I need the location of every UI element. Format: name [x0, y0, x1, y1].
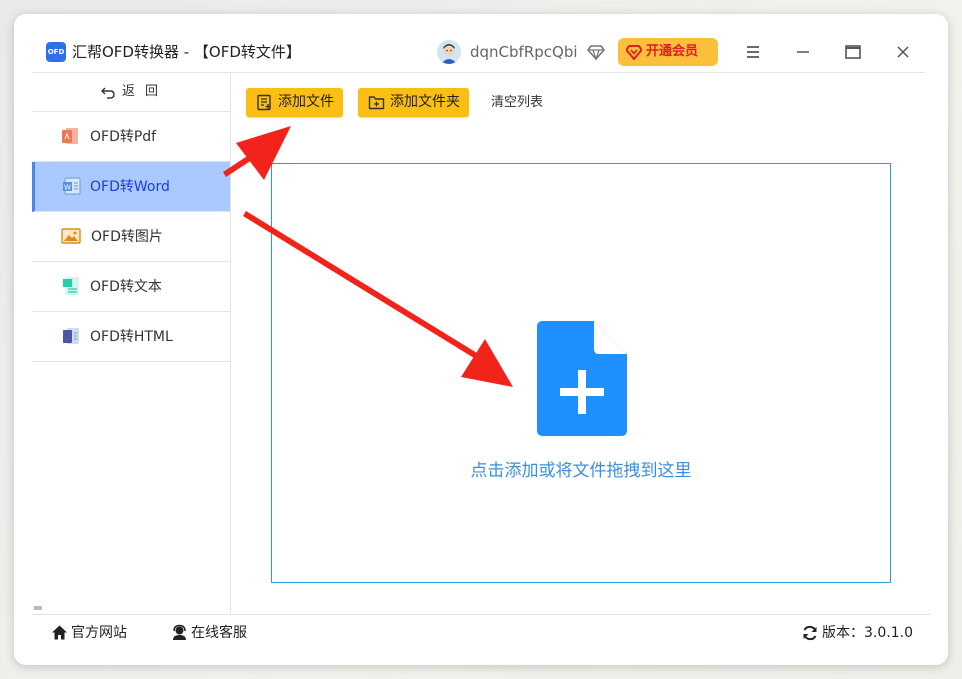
sidebar-item-label: OFD转图片 [91, 229, 163, 245]
user-avatar[interactable] [437, 40, 461, 64]
back-button[interactable]: 返回 [32, 73, 230, 112]
file-drop-zone[interactable]: 点击添加或将文件拖拽到这里 [271, 163, 891, 583]
home-icon [51, 624, 68, 641]
refresh-icon[interactable] [802, 625, 818, 641]
add-file-large-icon [537, 321, 627, 436]
back-arrow-icon [100, 84, 116, 100]
add-folder-label: 添加文件夹 [390, 94, 460, 110]
menu-icon[interactable] [742, 41, 764, 63]
window-title: 汇帮OFD转换器 - 【OFD转文件】 [72, 43, 301, 61]
image-icon [61, 226, 81, 246]
svg-text:W: W [64, 184, 71, 192]
maximize-icon[interactable] [842, 41, 864, 63]
website-label: 官方网站 [71, 625, 127, 641]
add-file-label: 添加文件 [278, 94, 334, 110]
vip-label: 开通会员 [646, 44, 699, 59]
sidebar-item-ofd-to-text[interactable]: OFD转文本 [32, 262, 230, 312]
html-icon [61, 326, 81, 346]
sidebar: 返回 OFD转Pdf W OFD转Word OFD转图片 OFD转文本 OFD转… [32, 73, 231, 613]
scrollbar-handle[interactable] [34, 606, 42, 610]
online-service-link[interactable]: 在线客服 [171, 615, 266, 651]
pdf-icon [60, 126, 80, 146]
sidebar-item-label: OFD转文本 [90, 279, 162, 295]
status-bar: 官方网站 在线客服 版本：3.0.1.0 [32, 614, 931, 651]
app-logo: OFD [46, 42, 66, 62]
sidebar-item-label: OFD转Pdf [90, 129, 157, 145]
version-info: 版本：3.0.1.0 [802, 615, 922, 651]
drop-hint: 点击添加或将文件拖拽到这里 [470, 461, 692, 481]
sidebar-item-label: OFD转HTML [90, 329, 173, 345]
diamond-icon [587, 43, 605, 61]
vip-button[interactable]: 开通会员 [618, 38, 718, 66]
sidebar-item-ofd-to-image[interactable]: OFD转图片 [32, 212, 230, 262]
official-website-link[interactable]: 官方网站 [51, 615, 141, 651]
add-folder-icon [368, 94, 385, 111]
sidebar-item-ofd-to-word[interactable]: W OFD转Word [32, 162, 230, 212]
minimize-icon[interactable] [792, 41, 814, 63]
sidebar-item-ofd-to-html[interactable]: OFD转HTML [32, 312, 230, 362]
back-label: 返回 [122, 84, 169, 99]
service-label: 在线客服 [191, 625, 247, 641]
text-icon [61, 276, 81, 296]
sidebar-item-ofd-to-pdf[interactable]: OFD转Pdf [32, 112, 230, 162]
close-icon[interactable] [892, 41, 914, 63]
add-file-button[interactable]: 添加文件 [246, 88, 343, 117]
app-window: OFD 汇帮OFD转换器 - 【OFD转文件】 dqnCbfRpcQbi 开通会… [14, 14, 948, 665]
sidebar-item-label: OFD转Word [90, 179, 170, 195]
version-label: 版本：3.0.1.0 [822, 625, 913, 641]
word-icon: W [62, 176, 82, 196]
headset-icon [171, 624, 188, 641]
add-folder-button[interactable]: 添加文件夹 [358, 88, 469, 117]
title-bar: OFD 汇帮OFD转换器 - 【OFD转文件】 dqnCbfRpcQbi 开通会… [14, 14, 948, 72]
vip-diamond-icon [625, 44, 643, 60]
clear-list-button[interactable]: 清空列表 [491, 88, 543, 117]
add-file-icon [256, 94, 273, 111]
user-name: dqnCbfRpcQbi [470, 43, 578, 61]
